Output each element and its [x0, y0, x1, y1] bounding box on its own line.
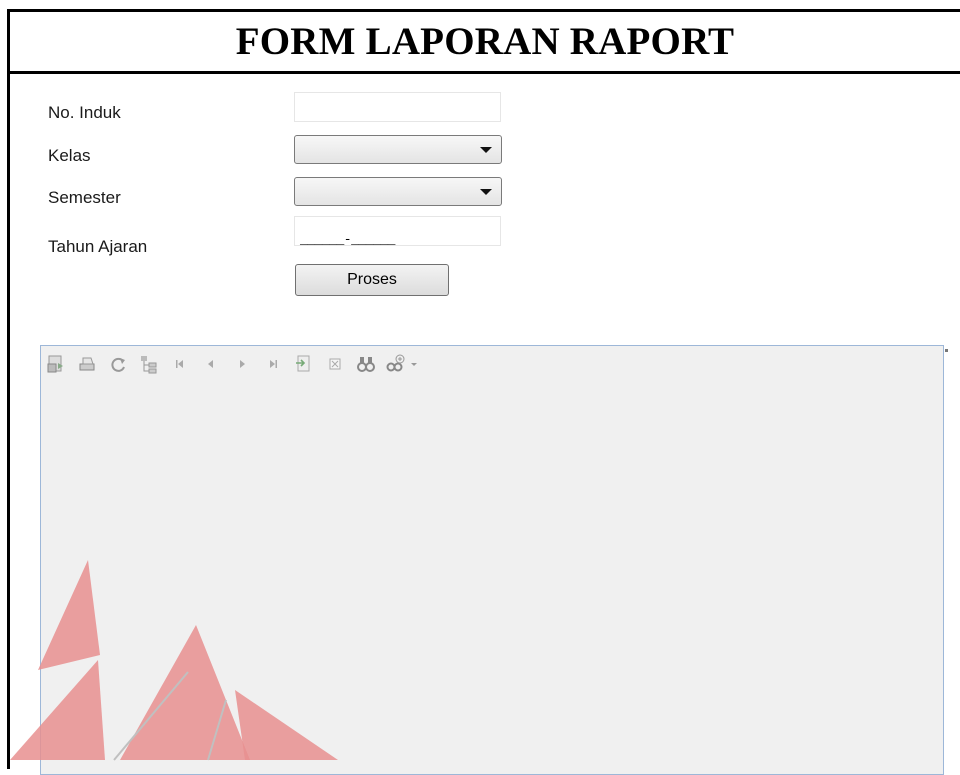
page-title: FORM LAPORAN RAPORT: [235, 20, 735, 63]
go-to-page-icon[interactable]: [293, 353, 315, 375]
zoom-icon[interactable]: [386, 353, 420, 375]
next-page-icon[interactable]: [231, 353, 253, 375]
report-toolbar: [41, 346, 429, 382]
refresh-icon[interactable]: [107, 353, 129, 375]
viewer-corner-marker: [945, 349, 948, 352]
chevron-down-icon: [480, 147, 492, 153]
tahun-ajaran-label: Tahun Ajaran: [48, 237, 148, 256]
find-text-icon[interactable]: [355, 353, 377, 375]
first-page-icon[interactable]: [169, 353, 191, 375]
no-induk-input[interactable]: [294, 92, 501, 122]
no-induk-label: No. Induk: [48, 103, 121, 122]
close-view-icon[interactable]: [324, 353, 346, 375]
kelas-label: Kelas: [48, 146, 91, 165]
last-page-icon[interactable]: [262, 353, 284, 375]
group-tree-icon[interactable]: [138, 353, 160, 375]
print-icon[interactable]: [76, 353, 98, 375]
previous-page-icon[interactable]: [200, 353, 222, 375]
export-report-icon[interactable]: [45, 353, 67, 375]
chevron-down-icon: [480, 189, 492, 195]
tahun-ajaran-mask: ______-______: [300, 232, 395, 247]
semester-dropdown[interactable]: [294, 177, 502, 206]
proses-button[interactable]: Proses: [295, 264, 449, 296]
watermark-logo: [10, 560, 338, 761]
kelas-dropdown[interactable]: [294, 135, 502, 164]
title-bar: FORM LAPORAN RAPORT: [10, 12, 960, 74]
semester-label: Semester: [48, 188, 121, 207]
